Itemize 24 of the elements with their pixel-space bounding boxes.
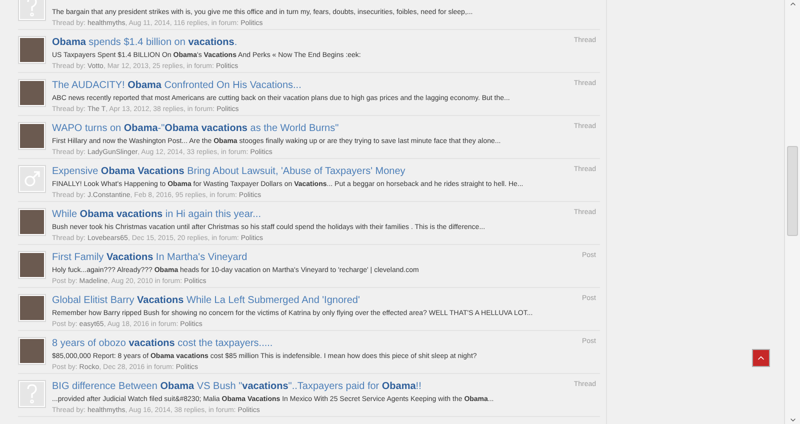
thread-title-link[interactable]: First Family Vacations In Martha's Vineyard <box>52 251 248 264</box>
thread-title-link[interactable]: 8 years of obozo vacations cost the taxpayers..... <box>52 337 273 350</box>
question-mark-icon <box>26 384 38 404</box>
avatar-photo[interactable] <box>18 208 46 236</box>
avatar-photo[interactable] <box>18 294 46 322</box>
scroll-down-icon[interactable] <box>788 416 796 424</box>
thread-title-link[interactable]: WAPO turns on Obama-"Obama vacations as the World Burns" <box>52 122 339 135</box>
avatar-photo[interactable] <box>18 337 46 365</box>
thread-title-link[interactable]: BIG difference Between Obama VS Bush "vacations"..Taxpayers paid for Obama!! <box>52 380 422 393</box>
avatar-photo[interactable] <box>18 122 46 150</box>
scrollbar-thumb[interactable] <box>787 146 798 236</box>
thread-title-link[interactable]: Obama spends $1.4 billion on vacations. <box>52 36 238 49</box>
thread-title-link[interactable]: Global Elitist Barry Vacations While La Left Submerged And 'Ignored' <box>52 294 360 307</box>
avatar-photo[interactable] <box>18 36 46 64</box>
avatar-photo[interactable] <box>18 79 46 107</box>
thread-title-link[interactable]: The AUDACITY! Obama Confronted On His Vacations... <box>52 79 302 92</box>
thread-title-link[interactable]: Expensive Obama Vacations Bring About Lawsuit, 'Abuse of Taxpayers' Money <box>52 165 406 178</box>
male-symbol-icon <box>23 170 41 188</box>
avatar-photo[interactable] <box>18 251 46 279</box>
question-mark-icon <box>26 0 38 17</box>
back-to-top-button[interactable] <box>752 349 770 367</box>
thread-title-link[interactable]: While Obama vacations in Hi again this year... <box>52 208 261 221</box>
scroll-up-icon[interactable] <box>788 0 796 8</box>
scrollbar[interactable] <box>784 0 800 424</box>
